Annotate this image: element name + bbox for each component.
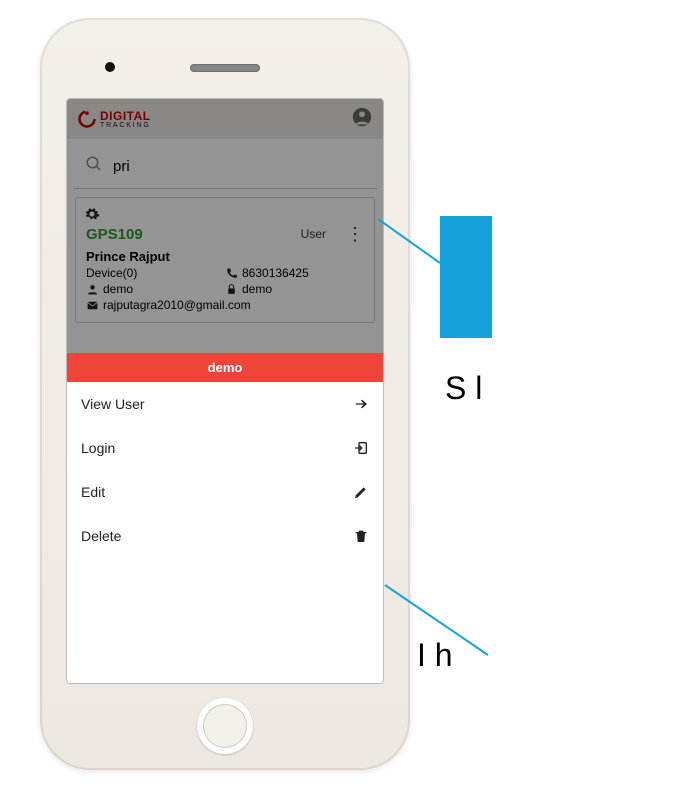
arrow-right-icon [353, 396, 369, 412]
login-label: Login [81, 440, 115, 456]
app-screen: DIGITAL TRACKING GPS109 User ⋮ [66, 98, 384, 684]
blue-block [440, 216, 492, 338]
logo-text-line2: TRACKING [100, 122, 151, 129]
camera-dot [105, 62, 115, 72]
device-count: Device(0) [86, 266, 225, 280]
logo-icon [77, 109, 97, 129]
callout-bottom: I h [417, 637, 453, 674]
phone-frame: DIGITAL TRACKING GPS109 User ⋮ [40, 18, 410, 770]
view-user-item[interactable]: View User [67, 382, 383, 426]
delete-label: Delete [81, 528, 121, 544]
home-button[interactable] [197, 698, 253, 754]
callout-top: S l [445, 370, 482, 407]
person-icon [86, 283, 99, 296]
search-input[interactable] [113, 158, 365, 175]
login-item[interactable]: Login [67, 426, 383, 470]
search-bar[interactable] [73, 145, 377, 189]
phone-row: 8630136425 [225, 266, 364, 280]
device-name: GPS109 [86, 226, 143, 243]
pencil-icon [353, 484, 369, 500]
email-row: rajputagra2010@gmail.com [86, 298, 364, 312]
user-role: User [301, 227, 326, 241]
username-value: demo [103, 282, 133, 296]
delete-item[interactable]: Delete [67, 514, 383, 558]
phone-icon [225, 267, 238, 280]
action-sheet: demo View User Login Edit Delete [67, 353, 383, 683]
username-row: demo [86, 282, 225, 296]
edit-label: Edit [81, 484, 105, 500]
mail-icon [86, 299, 99, 312]
kebab-menu-icon[interactable]: ⋮ [346, 225, 364, 243]
edit-item[interactable]: Edit [67, 470, 383, 514]
password-row: demo [225, 282, 364, 296]
search-icon [85, 155, 103, 178]
phone-value: 8630136425 [242, 266, 309, 280]
gear-icon[interactable] [84, 206, 364, 225]
app-header: DIGITAL TRACKING [67, 99, 383, 139]
sheet-title: demo [67, 353, 383, 382]
user-card: GPS109 User ⋮ Prince Rajput Device(0) 86… [75, 197, 375, 323]
lock-icon [225, 283, 238, 296]
app-logo: DIGITAL TRACKING [77, 109, 151, 129]
owner-name: Prince Rajput [86, 249, 364, 264]
speaker-slot [190, 64, 260, 72]
logo-text-line1: DIGITAL [100, 110, 151, 122]
login-icon [353, 440, 369, 456]
trash-icon [353, 528, 369, 544]
view-user-label: View User [81, 396, 145, 412]
password-value: demo [242, 282, 272, 296]
account-icon[interactable] [351, 106, 373, 133]
email-value: rajputagra2010@gmail.com [103, 298, 251, 312]
